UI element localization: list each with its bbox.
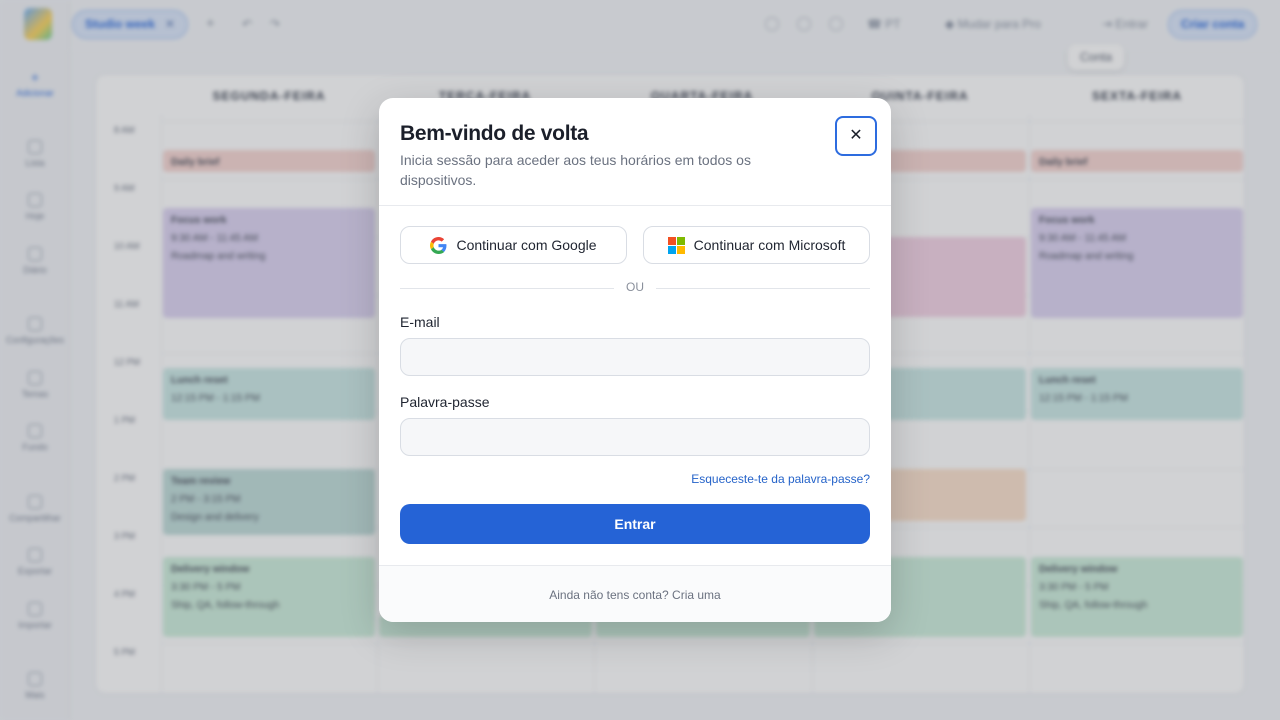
close-icon: ✕ [849, 127, 863, 144]
modal-footer: Ainda não tens conta? Cria uma [379, 565, 891, 622]
google-signin-button[interactable]: Continuar com Google [400, 226, 627, 264]
or-divider: OU [400, 280, 870, 296]
modal-subtitle: Inicia sessão para aceder aos teus horár… [400, 152, 751, 188]
modal-title: Bem-vindo de volta [400, 122, 589, 145]
password-field[interactable] [400, 418, 870, 456]
forgot-password-link[interactable]: Esqueceste-te da palavra-passe? [691, 472, 870, 486]
signin-modal: Bem-vindo de volta Inicia sessão para ac… [379, 98, 891, 622]
create-account-link[interactable]: Ainda não tens conta? Cria uma [549, 588, 720, 602]
divider [379, 205, 891, 206]
google-icon [430, 236, 447, 254]
microsoft-icon [667, 236, 685, 254]
password-label: Palavra-passe [400, 394, 490, 410]
signin-submit-button[interactable]: Entrar [400, 504, 870, 544]
close-button[interactable]: ✕ [835, 116, 877, 156]
email-label: E-mail [400, 314, 440, 330]
email-field[interactable] [400, 338, 870, 376]
microsoft-signin-button[interactable]: Continuar com Microsoft [643, 226, 870, 264]
